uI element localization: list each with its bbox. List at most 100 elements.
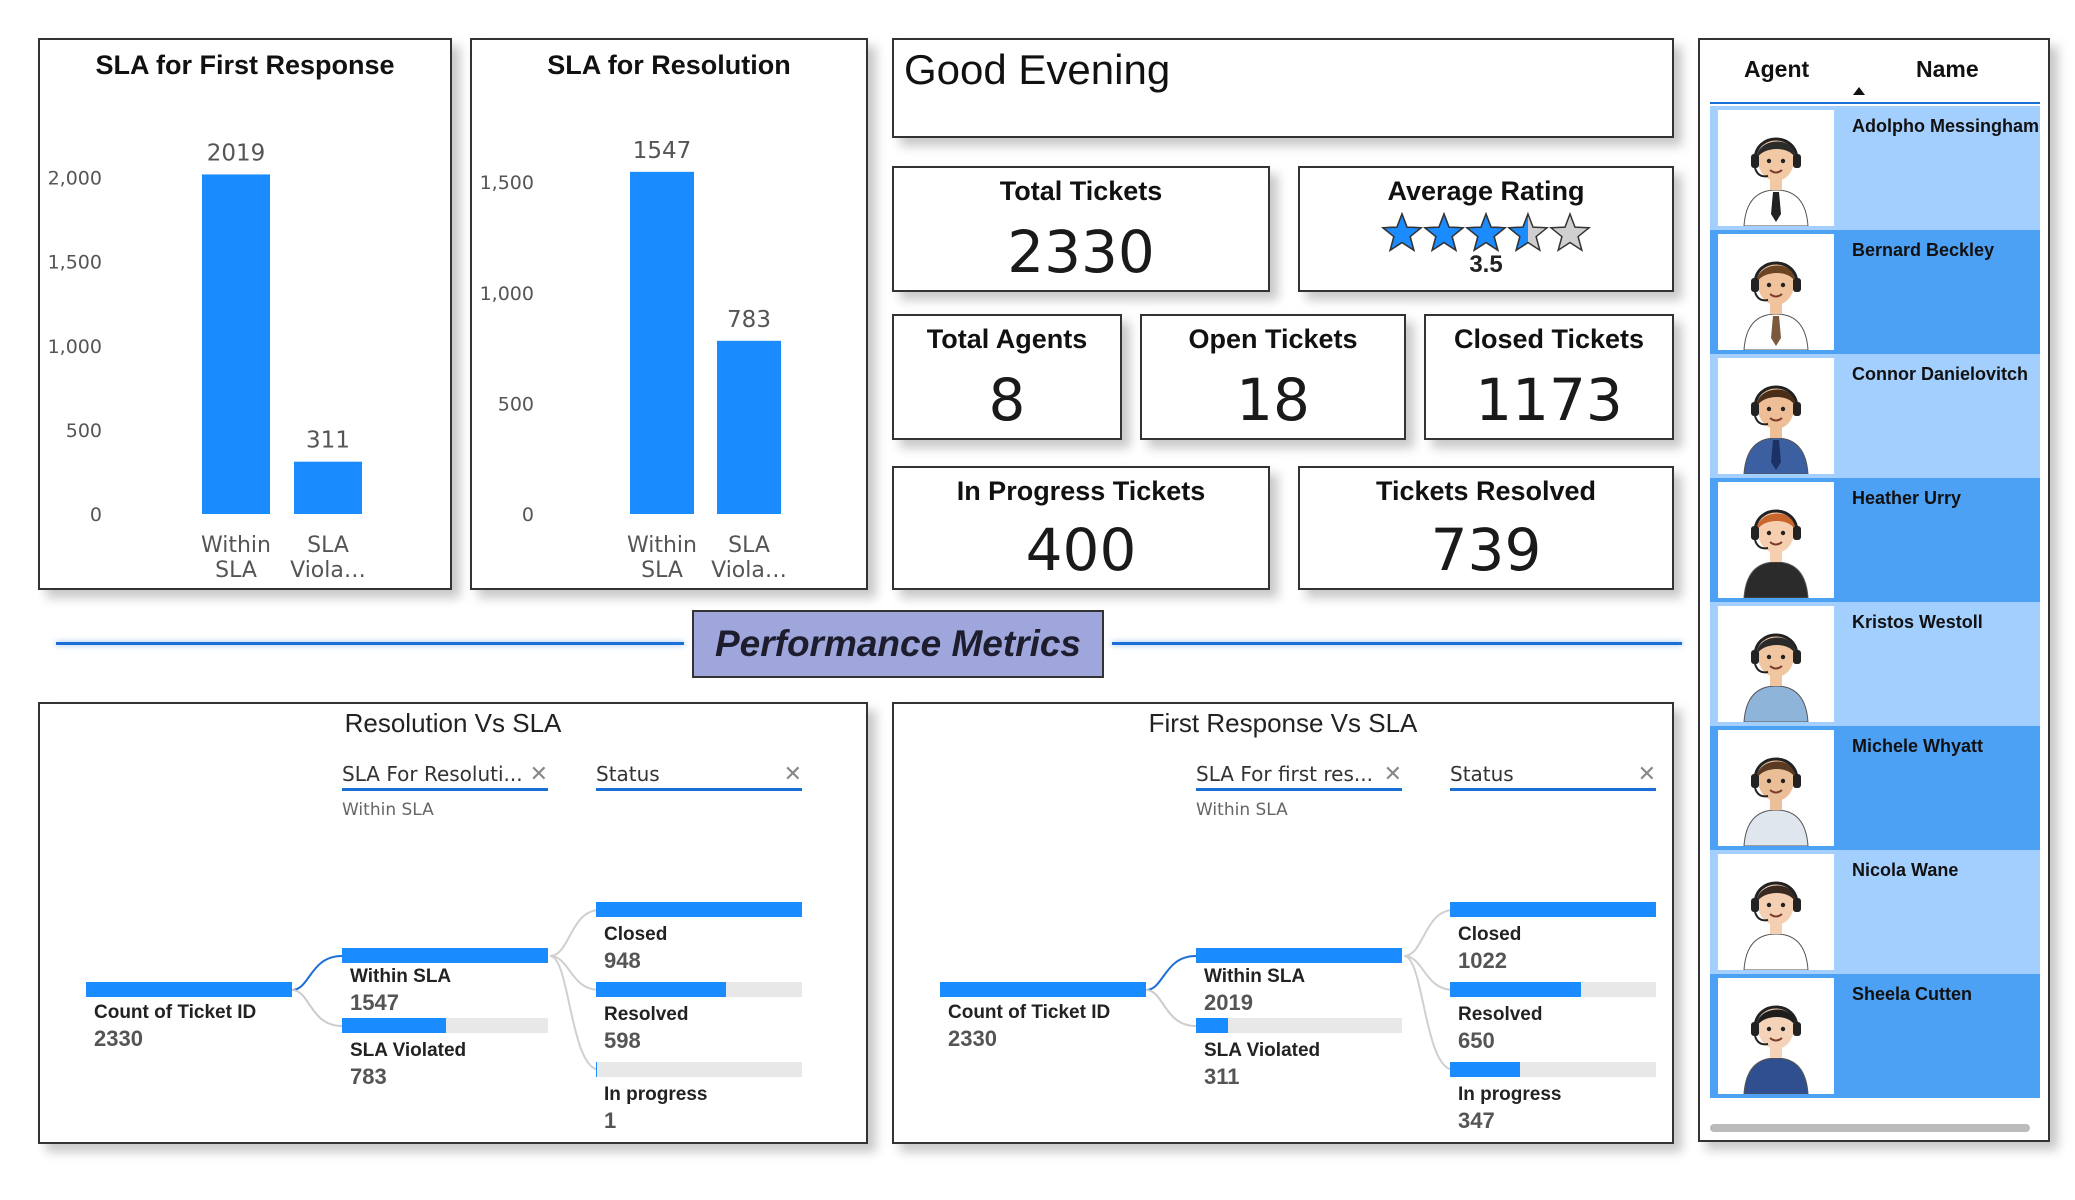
total-agents-card[interactable]: Total Agents 8	[892, 314, 1122, 440]
tree-node-bar[interactable]	[1450, 982, 1656, 997]
close-icon[interactable]: ✕	[1638, 762, 1656, 787]
x-tick-label: Viola…	[711, 558, 787, 583]
agent-avatar	[1718, 606, 1834, 723]
average-rating-card[interactable]: Average Rating 3.5	[1298, 166, 1674, 292]
tree-node-bar[interactable]	[596, 902, 802, 917]
y-tick-label: 1,500	[48, 252, 102, 274]
greeting-card: Good Evening	[892, 38, 1674, 138]
agent-avatar	[1718, 854, 1834, 971]
tree-node-bar[interactable]	[86, 982, 292, 997]
tree-node-bar[interactable]	[596, 982, 802, 997]
agent-row[interactable]: Sheela Cutten	[1710, 974, 2040, 1098]
column-header-name[interactable]: Name	[1916, 56, 1979, 83]
node-fill	[1450, 982, 1582, 997]
level2-filter[interactable]: Status ✕	[596, 762, 802, 791]
bar	[294, 461, 362, 514]
resolution-tree-panel: Resolution Vs SLA SLA For Resoluti... ✕ …	[38, 702, 868, 1144]
data-label: 311	[306, 428, 350, 454]
section-title: Performance Metrics	[692, 610, 1104, 678]
kpi-label: Average Rating	[1387, 176, 1585, 206]
filter-label: SLA For Resoluti...	[342, 762, 523, 786]
x-tick-label: Viola…	[290, 558, 366, 583]
agent-row[interactable]: Adolpho Messingham	[1710, 106, 2040, 230]
divider-left	[56, 642, 684, 645]
open-tickets-card[interactable]: Open Tickets 18	[1140, 314, 1406, 440]
agent-avatar	[1718, 730, 1834, 847]
x-tick-label: SLA	[641, 558, 683, 583]
connector	[291, 955, 343, 991]
tree-node-bar[interactable]	[940, 982, 1146, 997]
avatar-icon	[1743, 261, 1809, 351]
kpi-label: In Progress Tickets	[956, 476, 1206, 506]
agent-avatar	[1718, 110, 1834, 227]
agent-name: Nicola Wane	[1852, 860, 1959, 880]
sort-up-icon[interactable]	[1852, 86, 1866, 96]
level2-filter[interactable]: Status ✕	[1450, 762, 1656, 791]
close-icon[interactable]: ✕	[784, 762, 802, 787]
connector	[549, 955, 601, 1071]
y-tick-label: 500	[66, 420, 102, 442]
horizontal-scrollbar[interactable]	[1710, 1124, 2030, 1132]
agent-avatar	[1718, 482, 1834, 599]
avatar-icon	[1743, 385, 1809, 475]
filter-label: Status	[1450, 762, 1514, 786]
tree-node-bar[interactable]	[1450, 902, 1656, 917]
y-tick-label: 1,000	[480, 283, 534, 305]
star-filled	[1466, 212, 1506, 252]
level1-filter[interactable]: SLA For Resoluti... ✕	[342, 762, 548, 791]
data-label: 1547	[633, 138, 692, 164]
level1-filter[interactable]: SLA For first res... ✕	[1196, 762, 1402, 791]
close-icon[interactable]: ✕	[1384, 762, 1402, 787]
kpi-value: 2330	[1007, 218, 1155, 286]
node-fill	[342, 948, 548, 963]
y-tick-label: 0	[522, 504, 534, 526]
agent-name: Heather Urry	[1852, 488, 1962, 508]
y-tick-label: 500	[498, 393, 534, 415]
node-label: SLA Violated	[1204, 1040, 1321, 1061]
kpi-value: 739	[1430, 516, 1542, 584]
y-tick-label: 1,500	[480, 172, 534, 194]
rating-value: 3.5	[1469, 251, 1503, 278]
bar	[630, 171, 694, 514]
kpi-value: 400	[1025, 516, 1137, 584]
agents-table: Agent Name Adolpho Messingham Bernard Bec…	[1698, 38, 2050, 1142]
agent-name: Kristos Westoll	[1852, 612, 1983, 632]
avatar-icon	[1743, 509, 1809, 599]
x-tick-label: Within	[627, 533, 697, 558]
close-icon[interactable]: ✕	[530, 762, 548, 787]
connector	[1403, 909, 1455, 957]
agent-name: Bernard Beckley	[1852, 240, 1995, 260]
agent-row[interactable]: Connor Danielovitch	[1710, 354, 2040, 478]
agent-row[interactable]: Michele Whyatt	[1710, 726, 2040, 850]
tree-node-bar[interactable]	[342, 1018, 548, 1033]
connector	[549, 909, 601, 957]
tickets-resolved-card[interactable]: Tickets Resolved 739	[1298, 466, 1674, 590]
tree-node-bar[interactable]	[342, 948, 548, 963]
kpi-label: Total Tickets	[999, 176, 1163, 206]
agent-row[interactable]: Bernard Beckley	[1710, 230, 2040, 354]
node-label: In progress	[1458, 1084, 1562, 1105]
in-progress-tickets-card[interactable]: In Progress Tickets 400	[892, 466, 1270, 590]
filter-label: Status	[596, 762, 660, 786]
connector	[1403, 955, 1455, 1071]
closed-tickets-card[interactable]: Closed Tickets 1173	[1424, 314, 1674, 440]
x-tick-label: Within	[201, 533, 271, 558]
agent-avatar	[1718, 234, 1834, 351]
agent-row[interactable]: Kristos Westoll	[1710, 602, 2040, 726]
bar	[202, 174, 270, 514]
x-tick-label: SLA	[728, 533, 770, 558]
kpi-label: Total Agents	[926, 324, 1088, 354]
tree-node-bar[interactable]	[1450, 1062, 1656, 1077]
node-label: Within SLA	[350, 966, 452, 987]
total-tickets-card[interactable]: Total Tickets 2330	[892, 166, 1270, 292]
node-label: Resolved	[604, 1004, 689, 1025]
tree-node-bar[interactable]	[596, 1062, 802, 1077]
kpi-value: 1173	[1475, 366, 1623, 434]
agent-row[interactable]: Heather Urry	[1710, 478, 2040, 602]
column-header-agent[interactable]: Agent	[1744, 56, 1809, 83]
tree-node-bar[interactable]	[1196, 1018, 1402, 1033]
kpi-label: Tickets Resolved	[1375, 476, 1597, 506]
node-value: 2019	[1204, 990, 1253, 1015]
agent-row[interactable]: Nicola Wane	[1710, 850, 2040, 974]
tree-node-bar[interactable]	[1196, 948, 1402, 963]
